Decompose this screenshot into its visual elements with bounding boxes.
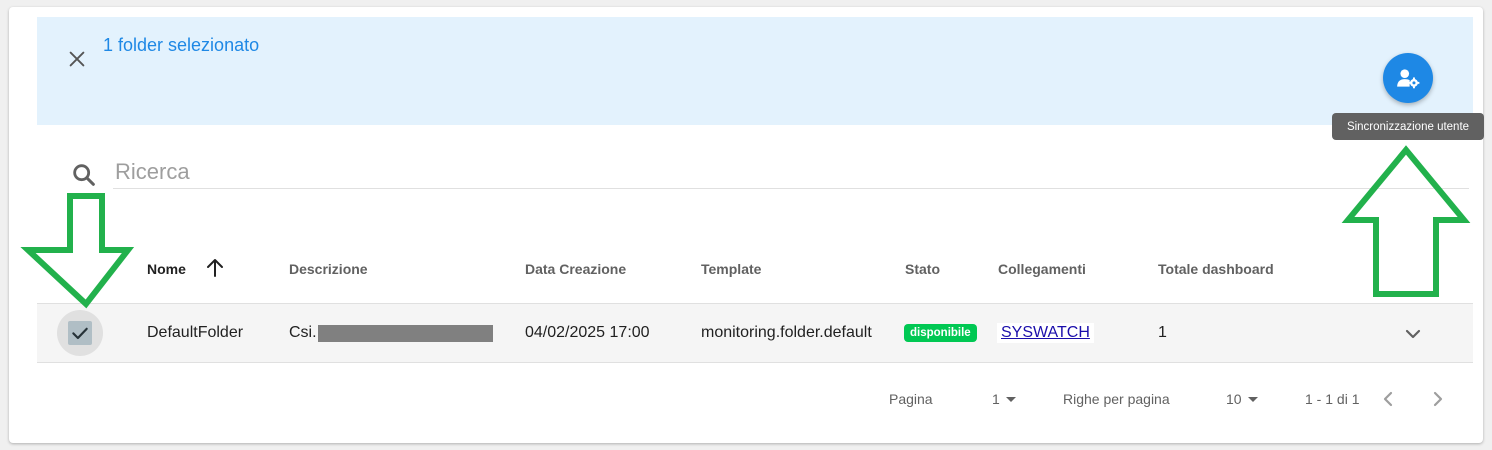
column-header-template[interactable]: Template: [701, 261, 761, 277]
chevron-down-icon[interactable]: [1401, 322, 1425, 346]
user-sync-button[interactable]: [1383, 53, 1433, 103]
page-select[interactable]: 1: [992, 387, 1016, 411]
chevron-left-icon[interactable]: [1376, 387, 1400, 411]
folder-table-card: 1 folder selezionato Sincronizzazione ut…: [9, 7, 1484, 443]
clear-selection-button[interactable]: [63, 45, 91, 73]
column-header-descrizione[interactable]: Descrizione: [289, 261, 368, 277]
search-input[interactable]: [113, 155, 1469, 189]
selection-count-text: 1 folder selezionato: [103, 35, 260, 55]
rows-per-page-value: 10: [1226, 391, 1242, 407]
cell-stato: disponibile: [904, 304, 977, 362]
user-sync-tooltip: Sincronizzazione utente: [1332, 113, 1484, 140]
pagination-range: 1 - 1 di 1: [1305, 391, 1360, 407]
rows-per-page-select[interactable]: 10: [1226, 387, 1258, 411]
row-checkbox[interactable]: [57, 310, 103, 356]
chevron-right-icon[interactable]: [1426, 387, 1450, 411]
cell-data-creazione: 04/02/2025 17:00: [525, 324, 650, 341]
link-syswatch[interactable]: SYSWATCH: [997, 323, 1094, 343]
page-select-value: 1: [992, 391, 1000, 407]
table-row[interactable]: DefaultFolder Csi. 04/02/2025 17:00 moni…: [37, 304, 1473, 363]
cell-collegamenti: SYSWATCH: [997, 304, 1094, 362]
column-header-totale-dashboard[interactable]: Totale dashboard: [1158, 261, 1274, 277]
caret-down-icon: [1247, 396, 1258, 402]
column-header-stato[interactable]: Stato: [905, 261, 940, 277]
cell-template: monitoring.folder.default: [701, 324, 872, 341]
pagination-rows-label: Righe per pagina: [1063, 391, 1170, 407]
user-sync-icon: [1397, 69, 1420, 89]
row-checkbox-box: [68, 321, 92, 345]
cell-descrizione-text: Csi.: [289, 324, 317, 341]
pagination-page-label: Pagina: [889, 391, 933, 407]
selection-toolbar: 1 folder selezionato: [37, 17, 1473, 125]
search-icon: [73, 164, 95, 186]
status-badge: disponibile: [904, 324, 977, 342]
redacted-block: [317, 324, 493, 342]
column-header-nome[interactable]: Nome: [147, 261, 186, 277]
caret-down-icon: [1005, 396, 1016, 402]
cell-nome: DefaultFolder: [147, 324, 244, 341]
column-header-collegamenti[interactable]: Collegamenti: [998, 261, 1086, 277]
column-header-data-creazione[interactable]: Data Creazione: [525, 261, 626, 277]
cell-descrizione: Csi.: [289, 304, 493, 362]
close-icon: [69, 51, 85, 67]
arrow-up-icon[interactable]: [203, 256, 227, 280]
cell-totale-dashboard: 1: [1158, 324, 1167, 341]
check-icon: [72, 327, 88, 340]
